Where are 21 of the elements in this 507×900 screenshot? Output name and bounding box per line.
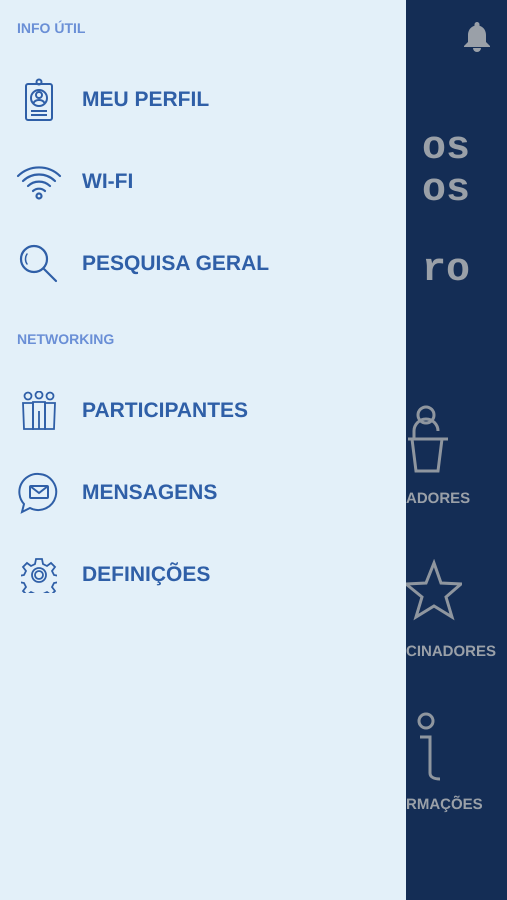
gear-icon [21,557,57,593]
tile-label: RMAÇÕES [406,794,483,815]
menu-item[interactable]: PARTICIPANTES [82,395,248,427]
section-header: INFO ÚTIL [17,20,86,36]
bell-icon[interactable] [462,20,492,52]
tile-label: CINADORES [406,642,496,662]
message-icon [18,472,60,514]
menu-item[interactable]: MEU PERFIL [82,84,210,116]
id-badge-icon [23,78,55,122]
tile-label: ADORES [406,489,470,509]
background-title-text: os [422,128,470,170]
menu-item[interactable]: DEFINIÇÕES [82,559,210,591]
wifi-icon [16,164,62,200]
background-title-text: os [422,170,470,212]
menu-item[interactable]: WI-FI [82,166,134,198]
search-icon [18,243,60,285]
background-title-text: ro [422,250,470,292]
menu-item[interactable]: MENSAGENS [82,477,218,509]
menu-item[interactable]: PESQUISA GERAL [82,248,270,280]
people-icon [21,391,57,431]
section-header: NETWORKING [17,331,114,347]
